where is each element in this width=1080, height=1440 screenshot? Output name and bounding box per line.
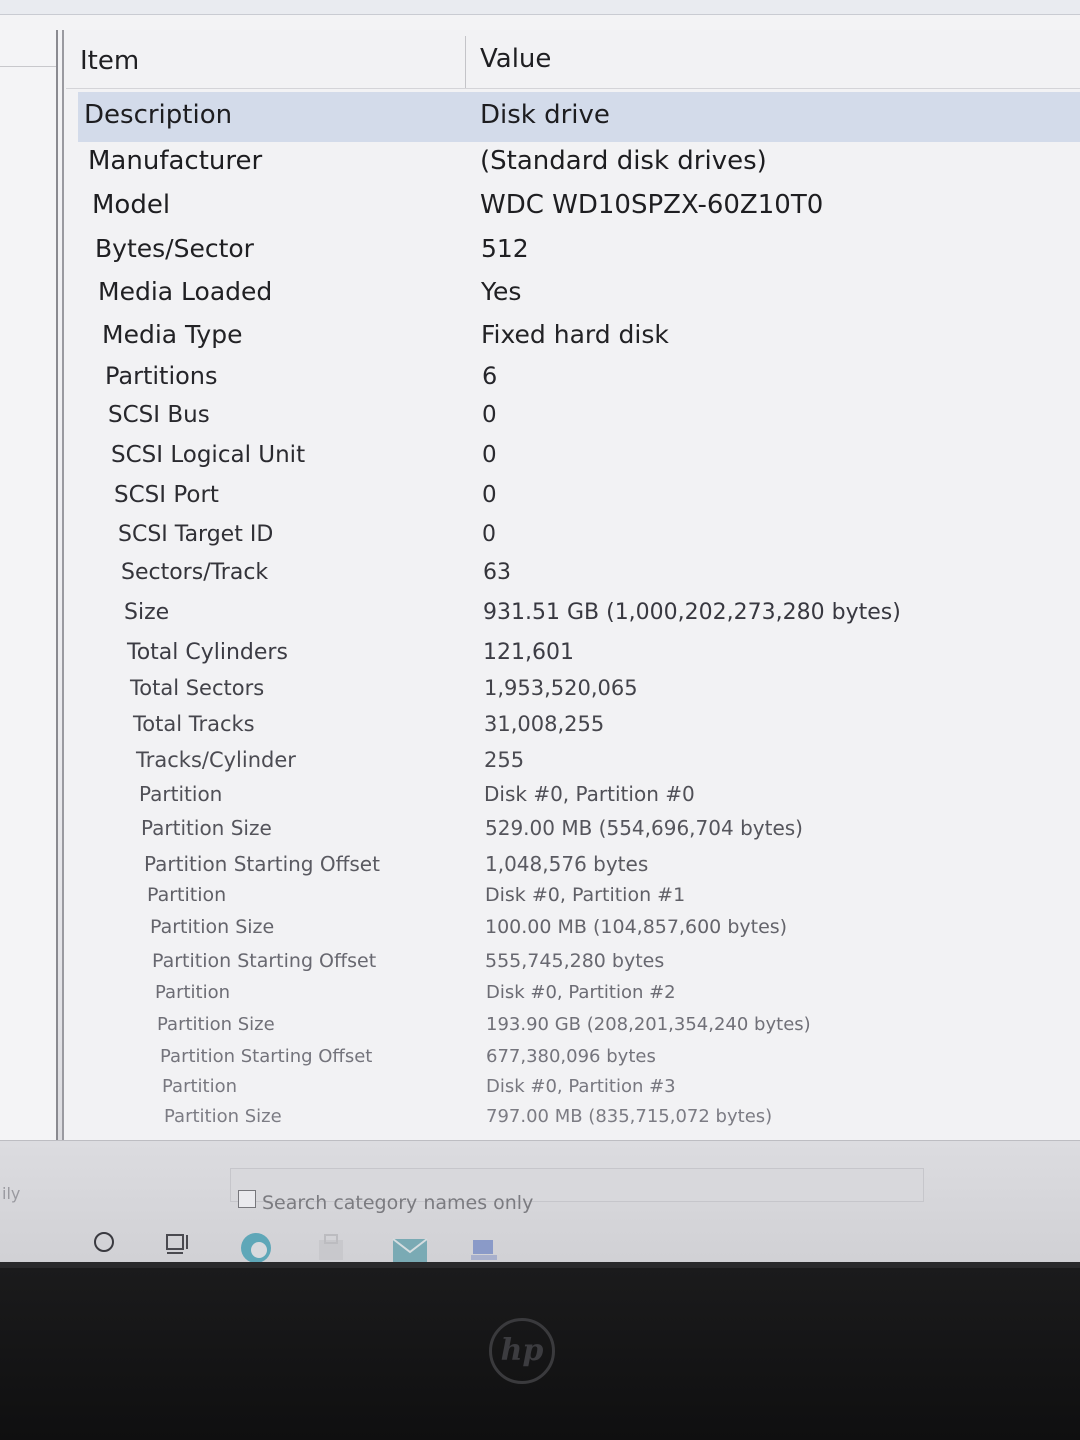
row-item: Partition bbox=[147, 884, 227, 906]
column-header-value[interactable]: Value bbox=[480, 44, 551, 74]
row-value: 529.00 MB (554,696,704 bytes) bbox=[485, 816, 803, 840]
row-value: Disk #0, Partition #3 bbox=[486, 1076, 676, 1097]
row-value: 6 bbox=[482, 362, 498, 390]
row-value: 931.51 GB (1,000,202,273,280 bytes) bbox=[483, 600, 901, 625]
row-item: Size bbox=[124, 600, 170, 625]
truncated-label: ily bbox=[2, 1184, 21, 1203]
row-value: 31,008,255 bbox=[484, 712, 605, 736]
row-item: Tracks/Cylinder bbox=[136, 748, 296, 772]
cortana-circle-icon[interactable] bbox=[92, 1228, 116, 1256]
row-item: Partition Starting Offset bbox=[144, 852, 380, 876]
row-value: 677,380,096 bytes bbox=[486, 1046, 656, 1067]
row-item: Partition bbox=[155, 982, 231, 1003]
row-item: Partitions bbox=[105, 362, 218, 390]
row-value: Disk #0, Partition #2 bbox=[486, 982, 676, 1003]
table-row[interactable]: Model WDC WD10SPZX-60Z10T0 bbox=[0, 190, 1080, 230]
row-value: 1,953,520,065 bbox=[484, 676, 638, 700]
row-item: Partition Size bbox=[141, 816, 272, 840]
window-top-strip bbox=[0, 0, 1080, 15]
row-item: Media Type bbox=[102, 320, 243, 349]
find-bar bbox=[0, 1140, 1080, 1268]
row-item: Manufacturer bbox=[88, 146, 263, 176]
table-row[interactable]: Total Tracks 31,008,255 bbox=[0, 712, 1080, 752]
table-row[interactable]: Manufacturer (Standard disk drives) bbox=[0, 146, 1080, 186]
row-value: 121,601 bbox=[483, 640, 574, 665]
table-row[interactable]: Sectors/Track 63 bbox=[0, 560, 1080, 600]
table-row[interactable]: Partitions 6 bbox=[0, 362, 1080, 402]
row-item: Partition bbox=[139, 782, 223, 806]
row-value: 0 bbox=[482, 482, 497, 508]
row-item: Partition Size bbox=[157, 1014, 275, 1035]
row-item: Description bbox=[84, 100, 233, 130]
search-category-names-checkbox[interactable] bbox=[238, 1190, 256, 1208]
column-header-item[interactable]: Item bbox=[80, 46, 139, 76]
row-item: Total Sectors bbox=[130, 676, 265, 700]
column-separator[interactable] bbox=[465, 36, 466, 88]
row-value: 0 bbox=[482, 522, 496, 547]
row-value: 797.00 MB (835,715,072 bytes) bbox=[486, 1106, 773, 1127]
row-item: Partition Size bbox=[164, 1106, 282, 1127]
search-category-names-label: Search category names only bbox=[262, 1192, 534, 1214]
row-item: Partition Starting Offset bbox=[152, 950, 377, 972]
list-header bbox=[66, 34, 1080, 89]
tree-pane-divider bbox=[0, 66, 56, 67]
row-value: (Standard disk drives) bbox=[480, 146, 767, 176]
row-value: 0 bbox=[482, 442, 497, 468]
table-row[interactable]: Description Disk drive bbox=[0, 92, 1080, 142]
row-value: WDC WD10SPZX-60Z10T0 bbox=[480, 190, 824, 220]
row-item: Partition Size bbox=[150, 916, 275, 938]
table-row[interactable]: SCSI Port 0 bbox=[0, 482, 1080, 522]
table-row[interactable]: Media Type Fixed hard disk bbox=[0, 320, 1080, 360]
row-value: Disk #0, Partition #1 bbox=[485, 884, 686, 906]
row-value: 255 bbox=[484, 748, 525, 772]
row-value: 100.00 MB (104,857,600 bytes) bbox=[485, 916, 788, 938]
table-row[interactable]: Total Sectors 1,953,520,065 bbox=[0, 676, 1080, 716]
table-row[interactable]: Size 931.51 GB (1,000,202,273,280 bytes) bbox=[0, 600, 1080, 640]
row-item: Partition bbox=[162, 1076, 238, 1097]
table-row[interactable]: Partition Size 529.00 MB (554,696,704 byt… bbox=[0, 816, 1080, 856]
screen: Item Value Description Disk drive Manufact… bbox=[0, 0, 1080, 1268]
hp-logo: hp bbox=[489, 1318, 555, 1384]
row-item: Total Cylinders bbox=[127, 640, 288, 665]
row-value: Fixed hard disk bbox=[481, 320, 669, 349]
table-row[interactable]: Bytes/Sector 512 bbox=[0, 234, 1080, 274]
row-item: SCSI Target ID bbox=[118, 522, 274, 547]
task-view-icon[interactable] bbox=[164, 1228, 192, 1260]
row-item: Media Loaded bbox=[98, 277, 273, 306]
row-value: 512 bbox=[481, 234, 529, 263]
row-value: 555,745,280 bytes bbox=[485, 950, 665, 972]
row-value: Disk drive bbox=[480, 100, 610, 130]
row-item: SCSI Port bbox=[114, 482, 219, 508]
row-item: SCSI Logical Unit bbox=[111, 442, 306, 468]
table-row[interactable]: SCSI Target ID 0 bbox=[0, 522, 1080, 562]
store-icon[interactable] bbox=[316, 1232, 346, 1266]
row-value: 0 bbox=[482, 402, 497, 428]
row-value: 193.90 GB (208,201,354,240 bytes) bbox=[486, 1014, 811, 1035]
table-row[interactable]: Total Cylinders 121,601 bbox=[0, 640, 1080, 680]
row-item: Sectors/Track bbox=[121, 560, 269, 585]
row-item: Model bbox=[92, 190, 171, 220]
table-row[interactable]: SCSI Logical Unit 0 bbox=[0, 442, 1080, 482]
row-value: Disk #0, Partition #0 bbox=[484, 782, 695, 806]
row-value: 63 bbox=[483, 560, 511, 585]
row-item: Total Tracks bbox=[133, 712, 255, 736]
row-item: SCSI Bus bbox=[108, 402, 210, 428]
row-item: Partition Starting Offset bbox=[160, 1046, 373, 1067]
table-row[interactable]: Media Loaded Yes bbox=[0, 277, 1080, 317]
table-row[interactable]: SCSI Bus 0 bbox=[0, 402, 1080, 442]
row-item: Bytes/Sector bbox=[95, 234, 254, 263]
row-value: Yes bbox=[481, 277, 522, 306]
row-value: 1,048,576 bytes bbox=[485, 852, 649, 876]
